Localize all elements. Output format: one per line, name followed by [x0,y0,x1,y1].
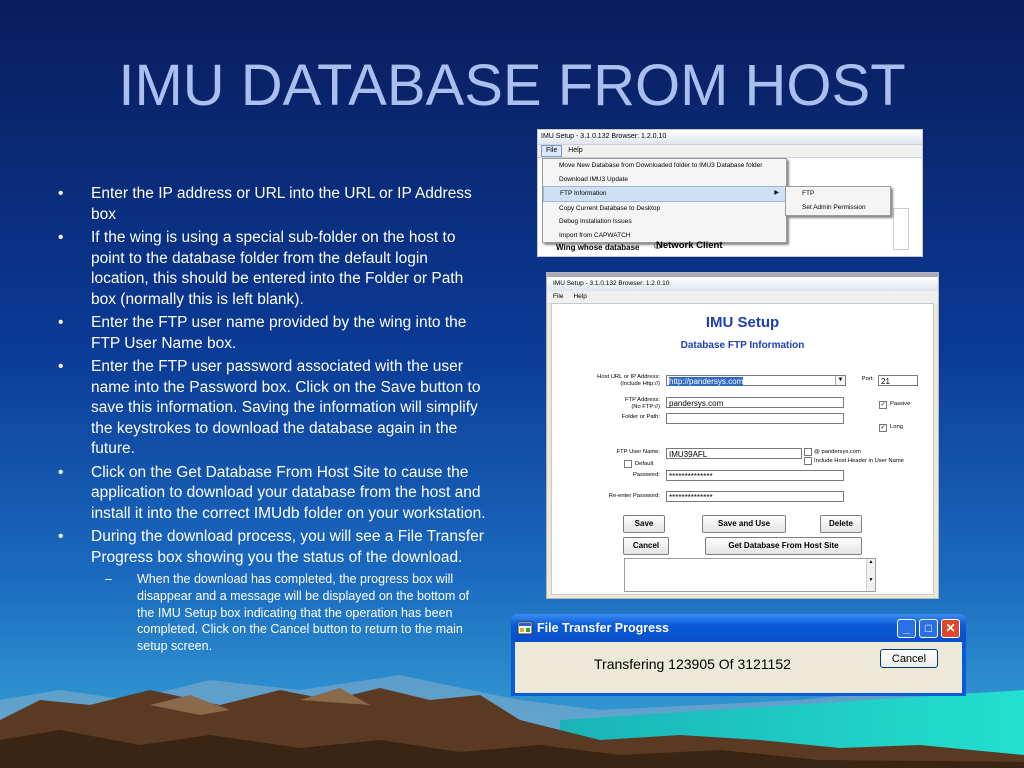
status-scrollbar[interactable]: ▲ ▼ [866,559,875,591]
submenu-item-ftp[interactable]: FTP [786,187,890,201]
transfer-status-text: Transfering 123905 Of 3121152 [594,656,791,672]
menu-item-ftp-information[interactable]: FTP Information ▶ [543,186,786,202]
submenu-item-admin-permission[interactable]: Set Admin Permission [786,201,890,215]
long-checkbox[interactable]: ✓ [879,424,887,432]
bullet-item: Click on the Get Database From Host Site… [58,463,488,525]
menu-item-move-database[interactable]: Move New Database from Downloaded folder… [543,159,786,173]
menu-help[interactable]: Help [564,145,586,157]
menu-screenshot: IMU Setup - 3.1.0.132 Browser: 1.2.0.10 … [537,129,923,257]
passive-checkbox[interactable]: ✓ [879,401,887,409]
get-database-button[interactable]: Get Database From Host Site [705,537,862,555]
setup-screenshot: IMU Setup - 3.1.0.132 Browser: 1.2.0.10 … [546,272,939,599]
bullet-list: Enter the IP address or URL into the URL… [58,184,488,655]
save-and-use-button[interactable]: Save and Use [702,515,786,533]
progress-dialog: File Transfer Progress _ □ ✕ Transfering… [511,614,966,696]
default-checkbox[interactable] [624,460,632,468]
bullet-item: Enter the FTP user name provided by the … [58,313,488,354]
ftp-user-field[interactable]: IMU39AFL [666,448,802,459]
group-box [893,208,909,250]
delete-button[interactable]: Delete [820,515,862,533]
folder-label: Folder or Path: [621,414,660,420]
ftp-address-field[interactable]: pandersys.com [666,397,844,408]
host-url-field[interactable]: http://pandersys.com ▼ [666,375,846,386]
wing-label: Wing whose database [556,243,640,252]
default-label: Default [635,461,654,467]
bullet-item: If the wing is using a special sub-folde… [58,228,488,310]
reenter-password-field[interactable]: ************** [666,491,844,502]
menu-file[interactable]: File [541,145,563,157]
port-label: Port: [861,376,874,382]
close-icon[interactable]: ✕ [941,619,960,638]
port-field[interactable]: 21 [878,375,918,386]
password-field[interactable]: ************** [666,470,844,481]
long-label: Long [890,424,903,430]
menu-item-download-update[interactable]: Download IMU3 Update [543,173,786,187]
host-url-value: http://pandersys.com [669,377,744,386]
dialog-titlebar: File Transfer Progress _ □ ✕ [511,614,966,642]
slide-title: IMU DATABASE FROM HOST [118,53,906,118]
maximize-icon[interactable]: □ [919,619,938,638]
status-box: ▲ ▼ [624,558,876,592]
window-title: IMU Setup - 3.1.0.132 Browser: 1.2.0.10 [538,130,922,145]
menu-help[interactable]: Help [573,293,586,300]
file-menu: Move New Database from Downloaded folder… [542,158,787,243]
bullet-item: During the download process, you will se… [58,527,488,568]
ftp-user-label: FTP User Name: [616,449,660,455]
dialog-body: Transfering 123905 Of 3121152 Cancel [515,642,962,693]
password-label: Password: [632,472,660,478]
dialog-title: File Transfer Progress [537,621,670,635]
menu-bar: File Help [538,145,922,158]
app-window-icon [517,621,533,635]
minimize-icon[interactable]: _ [897,619,916,638]
submenu-arrow-icon: ▶ [774,190,779,196]
bullet-item: Enter the IP address or URL into the URL… [58,184,488,225]
host-label: Host URL or IP Address: (Include Http://… [597,374,660,387]
cancel-button[interactable]: Cancel [623,537,669,555]
ftp-submenu: FTP Set Admin Permission [785,186,891,216]
menu-item-debug[interactable]: Debug Installation Issues [543,215,786,229]
menu-bar: File Help [547,291,938,303]
dropdown-arrow-icon[interactable]: ▼ [835,376,845,385]
folder-path-field[interactable] [666,413,844,424]
dialog-cancel-button[interactable]: Cancel [880,649,938,668]
bullet-item: Enter the FTP user password associated w… [58,357,488,460]
sub-bullet-item: When the download has completed, the pro… [58,571,488,655]
at-host-checkbox[interactable] [804,448,812,456]
menu-item-copy-database[interactable]: Copy Current Database to Desktop [543,202,786,216]
setup-panel: IMU Setup Database FTP Information Host … [551,303,934,595]
at-host-label: @ pandersys.com [814,449,861,455]
setup-title: IMU Setup [705,314,780,331]
save-button[interactable]: Save [623,515,665,533]
menu-file[interactable]: File [553,293,563,300]
ftp-address-label: FTP Address: (No FTP://) [624,397,660,410]
window-title: IMU Setup - 3.1.0.132 Browser: 1.2.0.10 [547,277,938,291]
reenter-password-label: Re-enter Password: [608,493,660,499]
passive-label: Passive [890,401,911,407]
network-client-label: Network Client [656,240,723,251]
menu-item-label: FTP Information [560,190,607,197]
setup-subtitle: Database FTP Information [680,340,805,351]
include-host-label: Include Host Header in User Name [814,458,904,464]
include-host-checkbox[interactable] [804,457,812,465]
